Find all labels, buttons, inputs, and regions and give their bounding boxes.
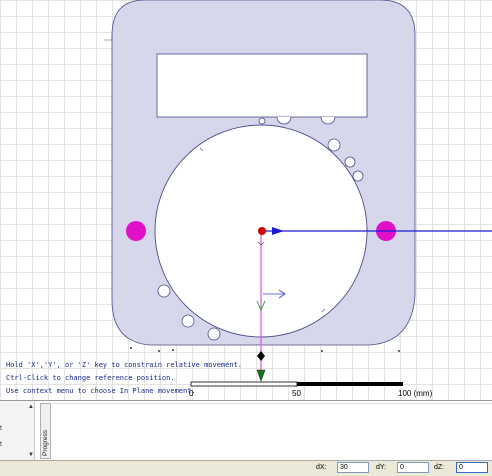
scale-label-0: 0: [189, 389, 194, 398]
left-strip-item: t: [0, 441, 2, 448]
dz-label: dZ:: [434, 464, 445, 471]
left-strip-item: t: [0, 425, 2, 432]
status-bar: dX: 30 dY: 0 dZ: 0: [0, 460, 492, 476]
hint-change-reference: Ctrl-Click to change reference position.: [6, 374, 175, 382]
rectangular-cutout: [156, 53, 368, 118]
tab-progress-label: Progress: [42, 429, 49, 456]
dimension-marks: [130, 347, 400, 352]
scale-label-50: 50: [292, 389, 301, 398]
scroll-down-icon[interactable]: ▼: [28, 452, 34, 458]
tab-progress[interactable]: Progress: [40, 403, 51, 459]
top-notch-left: [104, 34, 113, 41]
graphics-viewport[interactable]: Hold 'X','Y', or 'Z' key to constrain re…: [0, 0, 492, 400]
dx-label: dX:: [316, 464, 327, 471]
hint-in-plane-movement: Use context menu to choose In Plane move…: [6, 387, 196, 395]
left-strip: t t ▲ ▼: [0, 401, 35, 461]
scale-label-100: 100 (mm): [398, 389, 433, 398]
dy-field[interactable]: 0: [397, 462, 429, 473]
bottom-panel: t t ▲ ▼ Progress: [0, 400, 492, 461]
pink-reference-point-left[interactable]: [126, 221, 146, 241]
green-arrow-lower: [256, 369, 266, 382]
dy-label: dY:: [376, 464, 387, 471]
dz-field[interactable]: 0: [456, 462, 488, 473]
hint-constrain-movement: Hold 'X','Y', or 'Z' key to constrain re…: [6, 361, 243, 369]
origin-marker[interactable]: [258, 227, 266, 235]
scale-bar: [190, 381, 403, 387]
progress-content-area: [52, 403, 492, 460]
scroll-up-icon[interactable]: ▲: [28, 404, 34, 410]
model-canvas[interactable]: [0, 0, 492, 400]
move-handle-diamond[interactable]: [257, 351, 265, 361]
dx-field[interactable]: 30: [337, 462, 369, 473]
